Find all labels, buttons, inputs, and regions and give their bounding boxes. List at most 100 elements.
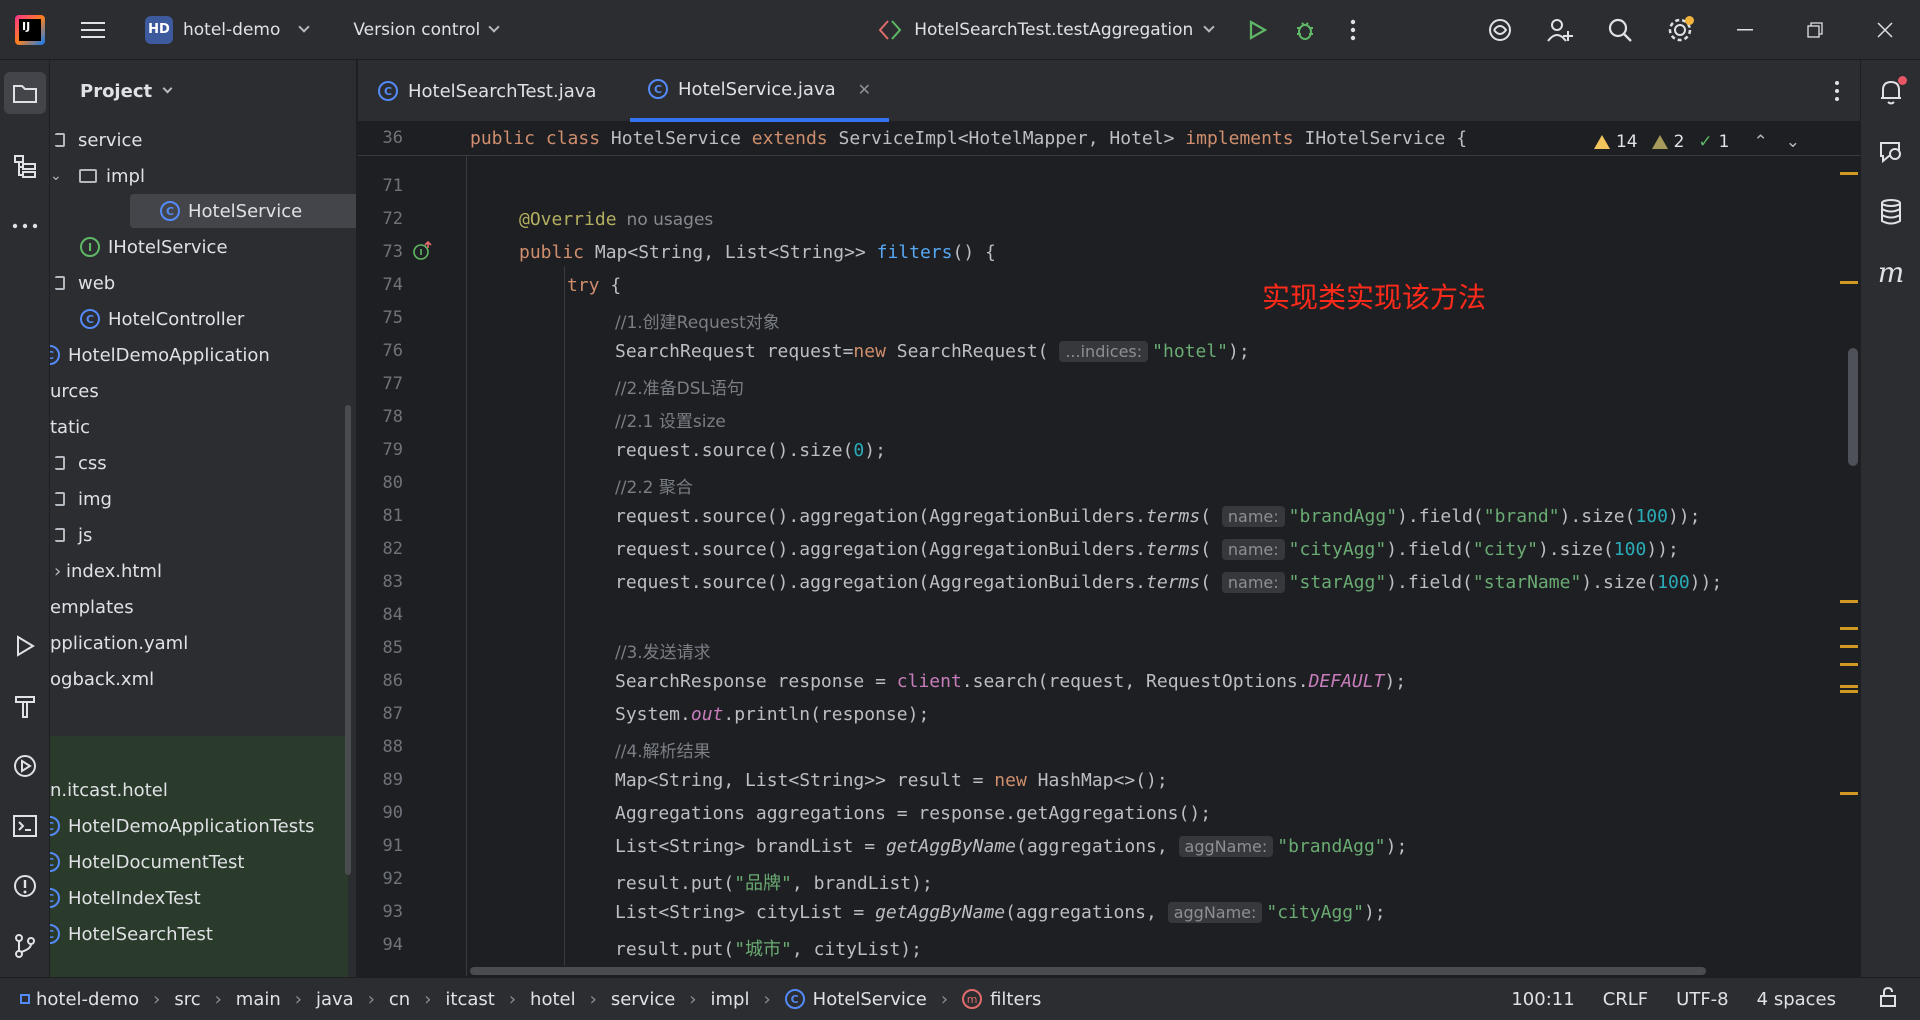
previous-highlight-icon[interactable]: ⌃ — [1754, 132, 1768, 152]
maven-icon[interactable]: m — [1875, 256, 1907, 289]
breadcrumb-item[interactable]: main — [236, 989, 281, 1010]
structure-icon[interactable] — [9, 150, 41, 182]
breadcrumb-item[interactable]: java — [316, 989, 354, 1010]
stripe-mark[interactable] — [1840, 690, 1858, 693]
close-tab-icon[interactable]: ✕ — [858, 80, 871, 99]
stripe-mark[interactable] — [1840, 792, 1858, 795]
tree-item-css[interactable]: css — [50, 446, 107, 480]
tree-item-hotelindextest[interactable]: C HotelIndexTest — [50, 881, 201, 915]
tree-item-resources[interactable]: urces — [50, 374, 99, 408]
debug-icon[interactable] — [1291, 16, 1319, 44]
version-control-menu[interactable]: Version control — [353, 20, 500, 40]
tab-hotelservice[interactable]: C HotelService.java ✕ — [630, 60, 890, 122]
tree-item-hotelsearchtest[interactable]: C HotelSearchTest — [50, 917, 213, 951]
tree-item-application-yaml[interactable]: pplication.yaml — [50, 626, 188, 660]
tree-item-index-html[interactable]: › index.html — [50, 554, 162, 588]
add-user-icon[interactable] — [1546, 16, 1574, 44]
services-icon[interactable] — [9, 750, 41, 782]
settings-gear-icon[interactable] — [1666, 16, 1694, 44]
project-switcher[interactable]: HD hotel-demo — [145, 15, 311, 44]
tree-item-label: HotelDemoApplicationTests — [68, 815, 315, 837]
ai-chat-icon[interactable] — [1875, 136, 1907, 168]
chevron-expanded-icon: ⌄ — [50, 168, 62, 184]
stripe-mark[interactable] — [1840, 281, 1858, 284]
more-actions-icon[interactable] — [1339, 16, 1367, 44]
tree-item-impl[interactable]: ⌄ impl — [50, 159, 145, 193]
tree-item-logback-xml[interactable]: ogback.xml — [50, 662, 154, 696]
run-configuration[interactable]: HotelSearchTest.testAggregation — [878, 19, 1215, 41]
tree-item-service[interactable]: service — [50, 123, 142, 157]
file-encoding[interactable]: UTF-8 — [1676, 989, 1728, 1010]
tab-options-icon[interactable] — [1834, 80, 1840, 107]
breadcrumb-item[interactable]: filters — [990, 989, 1041, 1010]
class-icon: C — [80, 309, 100, 329]
stripe-mark[interactable] — [1840, 685, 1858, 688]
stripe-mark[interactable] — [1840, 645, 1858, 648]
breadcrumb-item[interactable]: hotel-demo — [36, 989, 139, 1010]
stripe-mark[interactable] — [1840, 600, 1858, 603]
more-tools-icon[interactable] — [9, 210, 41, 242]
tree-item-hoteldemoapplication[interactable]: C HotelDemoApplication — [50, 338, 270, 372]
project-folder-icon[interactable] — [4, 72, 46, 114]
code-line-86: SearchResponse response = client.search(… — [615, 671, 1407, 692]
next-highlight-icon[interactable]: ⌄ — [1786, 132, 1800, 152]
readonly-lock-icon[interactable] — [1878, 986, 1898, 1013]
tree-item-img[interactable]: img — [50, 482, 112, 516]
tree-item-package[interactable]: n.itcast.hotel — [50, 773, 168, 807]
tree-item-label: IHotelService — [108, 236, 228, 258]
tab-hotelsearchtest[interactable]: C HotelSearchTest.java — [378, 60, 596, 122]
tree-item-hoteldocumenttest[interactable]: C HotelDocumentTest — [50, 845, 244, 879]
implements-method-icon[interactable] — [412, 240, 434, 262]
notifications-bell-icon[interactable] — [1875, 76, 1907, 108]
run-icon[interactable] — [1243, 16, 1271, 44]
code-editor[interactable]: 36 public class HotelService extends Ser… — [358, 122, 1860, 977]
intellij-logo-icon[interactable]: IJ — [15, 14, 45, 45]
stripe-mark[interactable] — [1840, 663, 1858, 666]
run-tool-icon[interactable] — [9, 630, 41, 662]
code-line-74: try { — [567, 275, 622, 296]
line-separator[interactable]: CRLF — [1603, 989, 1648, 1010]
close-window-button[interactable] — [1850, 0, 1920, 60]
git-branch-icon[interactable] — [9, 930, 41, 962]
build-hammer-icon[interactable] — [9, 690, 41, 722]
line-number: 84 — [382, 605, 403, 625]
tree-item-hoteldemoapplicationtests[interactable]: C HotelDemoApplicationTests — [50, 809, 315, 843]
restore-button[interactable] — [1780, 0, 1850, 60]
caret-position[interactable]: 100:11 — [1511, 989, 1574, 1010]
tree-item-hotelcontroller[interactable]: C HotelController — [80, 302, 244, 336]
breadcrumb-item[interactable]: cn — [389, 989, 410, 1010]
project-panel-header[interactable]: Project — [50, 60, 356, 122]
usages-hint[interactable]: no usages — [627, 210, 714, 230]
tree-item-js[interactable]: js — [50, 518, 92, 552]
stripe-mark[interactable] — [1840, 172, 1858, 175]
database-icon[interactable] — [1875, 196, 1907, 228]
main-menu-icon[interactable] — [81, 21, 105, 38]
project-scrollbar[interactable] — [345, 405, 351, 875]
breadcrumb-item[interactable]: itcast — [445, 989, 494, 1010]
sticky-class-header[interactable]: 36 public class HotelService extends Ser… — [358, 122, 1860, 156]
breadcrumb-item[interactable]: hotel — [530, 989, 576, 1010]
tree-item-web[interactable]: web — [50, 266, 115, 300]
tree-item-label: HotelDocumentTest — [68, 851, 245, 873]
terminal-icon[interactable] — [9, 810, 41, 842]
indent-setting[interactable]: 4 spaces — [1757, 989, 1836, 1010]
tree-item-hotelservice[interactable]: C HotelService — [130, 194, 356, 228]
search-icon[interactable] — [1606, 16, 1634, 44]
inspection-widget[interactable]: 14 2 ✓ 1 ⌃ ⌄ — [1593, 132, 1800, 152]
minimize-button[interactable] — [1710, 0, 1780, 60]
breadcrumb-item[interactable]: impl — [711, 989, 750, 1010]
problems-icon[interactable] — [9, 870, 41, 902]
code-line-75: //1.创建Request对象 — [615, 313, 780, 333]
line-number: 90 — [382, 803, 403, 823]
breadcrumb-item[interactable]: HotelService — [813, 989, 927, 1010]
tree-item-ihotelservice[interactable]: I IHotelService — [80, 230, 228, 264]
breadcrumb-item[interactable]: service — [611, 989, 675, 1010]
breadcrumb-item[interactable]: src — [174, 989, 200, 1010]
tree-item-static[interactable]: tatic — [50, 410, 90, 444]
ai-swirl-icon[interactable] — [1486, 16, 1514, 44]
class-icon: C — [378, 81, 398, 101]
tree-item-templates[interactable]: emplates — [50, 590, 134, 624]
editor-vertical-scrollbar[interactable] — [1848, 348, 1858, 466]
stripe-mark[interactable] — [1840, 627, 1858, 630]
editor-horizontal-scrollbar[interactable] — [470, 967, 1706, 975]
